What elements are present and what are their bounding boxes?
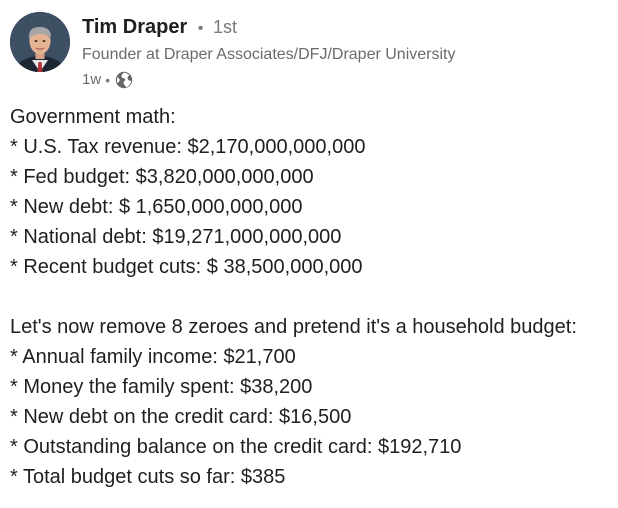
government-item: * National debt: $19,271,000,000,000 — [10, 226, 342, 248]
post-intro: Government math: — [10, 106, 176, 128]
author-name-line: Tim Draper • 1st — [82, 12, 602, 42]
government-item: * New debt: $ 1,650,000,000,000 — [10, 196, 303, 218]
author-name[interactable]: Tim Draper — [82, 16, 187, 38]
author-block: Tim Draper • 1st Founder at Draper Assoc… — [82, 12, 602, 92]
degree-separator: • — [197, 20, 204, 37]
household-item: * New debt on the credit card: $16,500 — [10, 406, 352, 428]
connection-degree: 1st — [212, 17, 237, 37]
meta-separator: • — [105, 72, 111, 88]
household-item: * Annual family income: $21,700 — [10, 346, 296, 368]
post-time: 1w — [82, 71, 102, 88]
household-intro: Let's now remove 8 zeroes and pretend it… — [10, 316, 577, 338]
government-item: * U.S. Tax revenue: $2,170,000,000,000 — [10, 136, 366, 158]
household-item: * Money the family spent: $38,200 — [10, 376, 313, 398]
avatar[interactable] — [10, 12, 70, 72]
avatar-image — [10, 12, 70, 72]
household-item: * Outstanding balance on the credit card… — [10, 436, 462, 458]
post-body: Government math: * U.S. Tax revenue: $2,… — [10, 102, 610, 492]
household-item: * Total budget cuts so far: $385 — [10, 466, 286, 488]
post-meta: 1w • — [82, 68, 602, 92]
globe-icon — [114, 70, 134, 90]
government-item: * Fed budget: $3,820,000,000,000 — [10, 166, 314, 188]
government-item: * Recent budget cuts: $ 38,500,000,000 — [10, 256, 363, 278]
post-header: Tim Draper • 1st Founder at Draper Assoc… — [10, 12, 608, 92]
author-headline: Founder at Draper Associates/DFJ/Draper … — [82, 46, 456, 63]
